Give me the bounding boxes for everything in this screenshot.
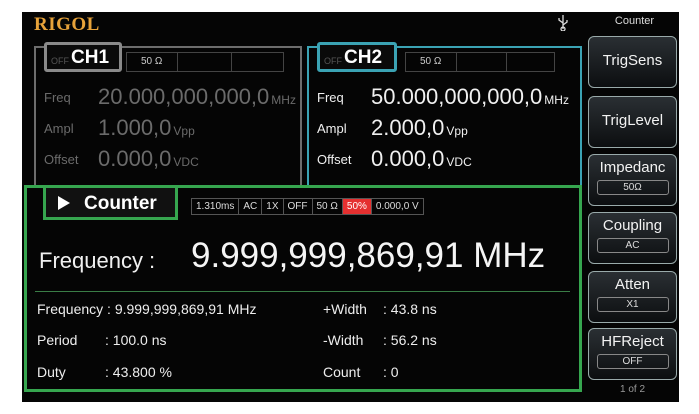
page-indicator[interactable]: 1 of 2 <box>588 384 677 395</box>
impedance-status: 50 Ω <box>313 199 343 214</box>
atten-status: 1X <box>262 199 284 214</box>
ch2-panel[interactable]: OFF CH2 50 Ω Freq 50.000,000,000,0 MHz Am… <box>307 42 582 186</box>
ch2-impedance: 50 Ω <box>405 52 555 72</box>
trigsens-softkey[interactable]: TrigSens <box>588 36 677 88</box>
count-label: Count <box>323 364 361 380</box>
ch2-tab[interactable]: OFF CH2 <box>317 42 397 72</box>
duty-value: : 43.800 % <box>105 364 172 380</box>
softkey-value: 50Ω <box>596 180 669 195</box>
frequency-value: 9.999,999,869,91 MHz <box>191 236 546 275</box>
softkey-label: HFReject <box>601 333 664 350</box>
brand-logo: RIGOL <box>34 14 100 35</box>
counter-status-bar: 1.310ms AC 1X OFF 50 Ω 50% 0.000,0 V <box>191 198 424 215</box>
ch2-freq-value: 50.000,000,000,0 MHz <box>371 84 569 109</box>
softkey-label: Atten <box>614 276 651 293</box>
hfreject-status: OFF <box>284 199 313 214</box>
coupling-softkey[interactable]: Coupling AC <box>588 212 677 264</box>
trigsens-status: 50% <box>342 199 372 214</box>
top-bar: RIGOL <box>22 12 582 36</box>
param-label: Freq <box>44 90 71 105</box>
ch1-state: OFF <box>51 56 69 66</box>
period-value: : 100.0 ns <box>105 332 167 348</box>
nwidth-value: : 56.2 ns <box>383 332 437 348</box>
param-label: Freq <box>317 90 344 105</box>
softkey-label: TrigLevel <box>601 112 664 129</box>
play-icon <box>58 196 70 210</box>
ch2-state: OFF <box>324 56 342 66</box>
param-label: Offset <box>44 152 79 167</box>
period-label: Period <box>37 332 78 348</box>
counter-panel: Counter 1.310ms AC 1X OFF 50 Ω 50% 0.000… <box>24 185 582 392</box>
counter-tab[interactable]: Counter <box>43 185 178 220</box>
param-label: Ampl <box>44 121 74 136</box>
param-label: Ampl <box>317 121 347 136</box>
nwidth-label: -Width <box>323 332 364 348</box>
duty-label: Duty <box>37 364 66 380</box>
gate-time: 1.310ms <box>192 199 240 214</box>
ch1-ampl-value: 1.000,0 Vpp <box>98 115 195 140</box>
ch1-freq-value: 20.000,000,000,0 MHz <box>98 84 296 109</box>
ch2-label: CH2 <box>344 47 383 68</box>
ch1-label: CH1 <box>71 47 110 68</box>
instrument-screen: RIGOL Counter OFF CH1 50 Ω Freq 20.000,0… <box>22 12 679 402</box>
frequency-measurement: Frequency : 9.999,999,869,91 MHz <box>37 301 257 317</box>
ch2-ampl-value: 2.000,0 Vpp <box>371 115 468 140</box>
counter-title: Counter <box>84 193 157 214</box>
frequency-label: Frequency : <box>39 248 156 273</box>
count-value: : 0 <box>383 364 399 380</box>
divider <box>35 291 570 292</box>
coupling-status: AC <box>239 199 263 214</box>
menu-title: Counter <box>614 15 655 27</box>
softkey-value: X1 <box>596 297 669 312</box>
impedance-softkey[interactable]: Impedanc 50Ω <box>588 154 677 206</box>
ch1-impedance: 50 Ω <box>126 52 284 72</box>
pwidth-label: +Width <box>323 301 367 317</box>
triglevel-status: 0.000,0 V <box>375 201 419 212</box>
pwidth-value: : 43.8 ns <box>383 301 437 317</box>
atten-softkey[interactable]: Atten X1 <box>588 271 677 323</box>
softkey-value: AC <box>596 238 669 253</box>
softkey-label: TrigSens <box>602 52 663 69</box>
usb-icon <box>558 15 568 34</box>
softkey-value: OFF <box>596 354 669 369</box>
ch2-offset-value: 0.000,0 VDC <box>371 146 472 171</box>
param-label: Offset <box>317 152 352 167</box>
triglevel-softkey[interactable]: TrigLevel <box>588 96 677 148</box>
softkey-label: Coupling <box>602 217 663 234</box>
ch1-tab[interactable]: OFF CH1 <box>44 42 122 72</box>
ch1-panel[interactable]: OFF CH1 50 Ω Freq 20.000,000,000,0 MHz Am… <box>34 42 302 186</box>
hfreject-softkey[interactable]: HFReject OFF <box>588 328 677 380</box>
softkey-label: Impedanc <box>599 159 666 176</box>
ch1-offset-value: 0.000,0 VDC <box>98 146 199 171</box>
